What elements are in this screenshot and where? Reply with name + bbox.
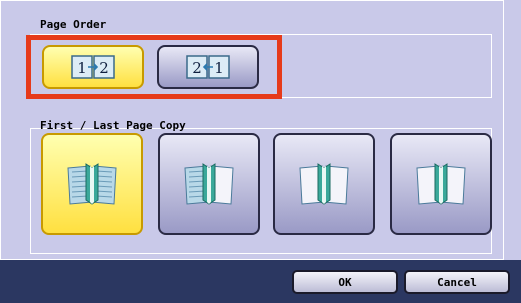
copy-left-page-button[interactable] <box>158 133 260 235</box>
page-order-label: Page Order <box>40 18 107 31</box>
cancel-button[interactable]: Cancel <box>404 270 510 294</box>
copy-both-pages-button[interactable] <box>41 133 143 235</box>
open-book-right-page-icon <box>416 163 466 205</box>
copy-center-button[interactable] <box>273 133 375 235</box>
open-book-center-icon <box>299 163 349 205</box>
ok-button[interactable]: OK <box>292 270 398 294</box>
copy-right-page-button[interactable] <box>390 133 492 235</box>
dialog-footer: OK Cancel <box>0 260 521 303</box>
first-last-page-copy-label: First / Last Page Copy <box>40 119 186 132</box>
page-order-dialog: Page Order 1 2 2 1 First / Last Page Cop… <box>0 0 521 303</box>
selection-highlight-frame <box>26 35 282 99</box>
open-book-both-pages-icon <box>67 163 117 205</box>
open-book-left-page-icon <box>184 163 234 205</box>
